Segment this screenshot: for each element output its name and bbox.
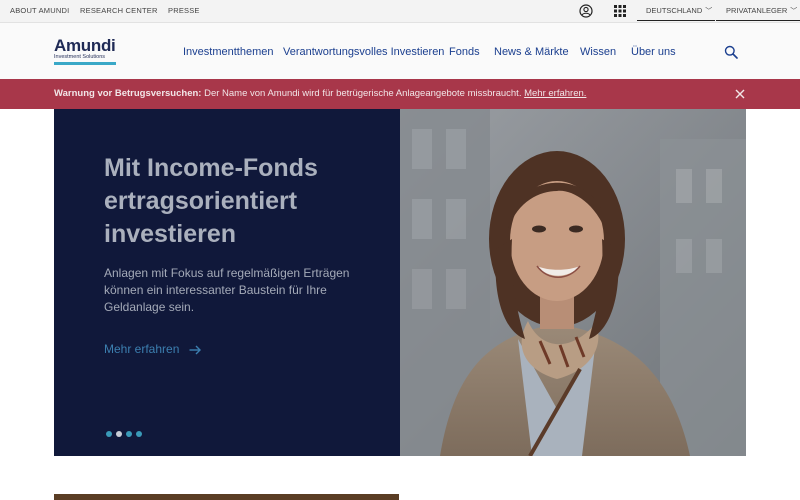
hero-cta-label: Mehr erfahren: [104, 342, 180, 356]
carousel-dot-1[interactable]: [106, 431, 112, 437]
utility-bar: ABOUT AMUNDI RESEARCH CENTER PRESSE DEUT…: [0, 0, 800, 23]
hero-title: Mit Income-Fonds ertragsorientiert inves…: [104, 154, 318, 248]
nav-news-maerkte[interactable]: News & Märkte: [494, 46, 569, 58]
carousel-dot-3[interactable]: [126, 431, 132, 437]
link-presse[interactable]: PRESSE: [168, 0, 200, 22]
carousel-dots: [106, 424, 146, 442]
nav-ueber-uns[interactable]: Über uns: [631, 46, 676, 58]
nav-verantwortungsvolles-investieren[interactable]: Verantwortungsvolles Investieren: [283, 46, 444, 58]
link-research-center[interactable]: RESEARCH CENTER: [80, 0, 158, 22]
country-label: DEUTSCHLAND: [646, 6, 703, 15]
hero-photo: [400, 109, 746, 456]
alert-more-link[interactable]: Mehr erfahren.: [524, 88, 586, 99]
nav-wissen[interactable]: Wissen: [580, 46, 616, 58]
alert-text: Warnung vor Betrugsversuchen: Der Name v…: [54, 79, 586, 109]
alert-label: Warnung vor Betrugsversuchen:: [54, 88, 202, 99]
carousel-dot-4[interactable]: [136, 431, 142, 437]
audience-selector[interactable]: PRIVATANLEGER ﹀: [716, 0, 800, 21]
main-header: Amundi Investment Solutions Investmentth…: [0, 23, 800, 79]
amundi-logo[interactable]: Amundi Investment Solutions: [54, 37, 116, 65]
nav-investmentthemen[interactable]: Investmentthemen: [183, 46, 274, 58]
chevron-down-icon: ﹀: [705, 8, 713, 15]
logo-bar: [54, 62, 116, 65]
chevron-down-icon: ﹀: [790, 8, 798, 15]
nav-fonds[interactable]: Fonds: [449, 46, 480, 58]
close-icon[interactable]: [734, 88, 746, 100]
user-icon[interactable]: [579, 4, 593, 18]
link-about-amundi[interactable]: ABOUT AMUNDI: [10, 0, 69, 22]
hero-cta-link[interactable]: Mehr erfahren: [104, 342, 201, 356]
search-icon[interactable]: [724, 45, 738, 59]
alert-message: Der Name von Amundi wird für betrügerisc…: [201, 88, 525, 99]
logo-name: Amundi: [54, 36, 116, 55]
country-selector[interactable]: DEUTSCHLAND ﹀: [637, 0, 715, 21]
teaser-card-edge: [54, 494, 399, 500]
fraud-alert-banner: Warnung vor Betrugsversuchen: Der Name v…: [0, 79, 800, 109]
apps-grid-icon[interactable]: [613, 4, 627, 18]
hero-description: Anlagen mit Fokus auf regelmäßigen Erträ…: [104, 266, 350, 314]
carousel-dot-2[interactable]: [116, 431, 122, 437]
audience-label: PRIVATANLEGER: [726, 6, 788, 15]
arrow-right-icon: [189, 345, 201, 355]
